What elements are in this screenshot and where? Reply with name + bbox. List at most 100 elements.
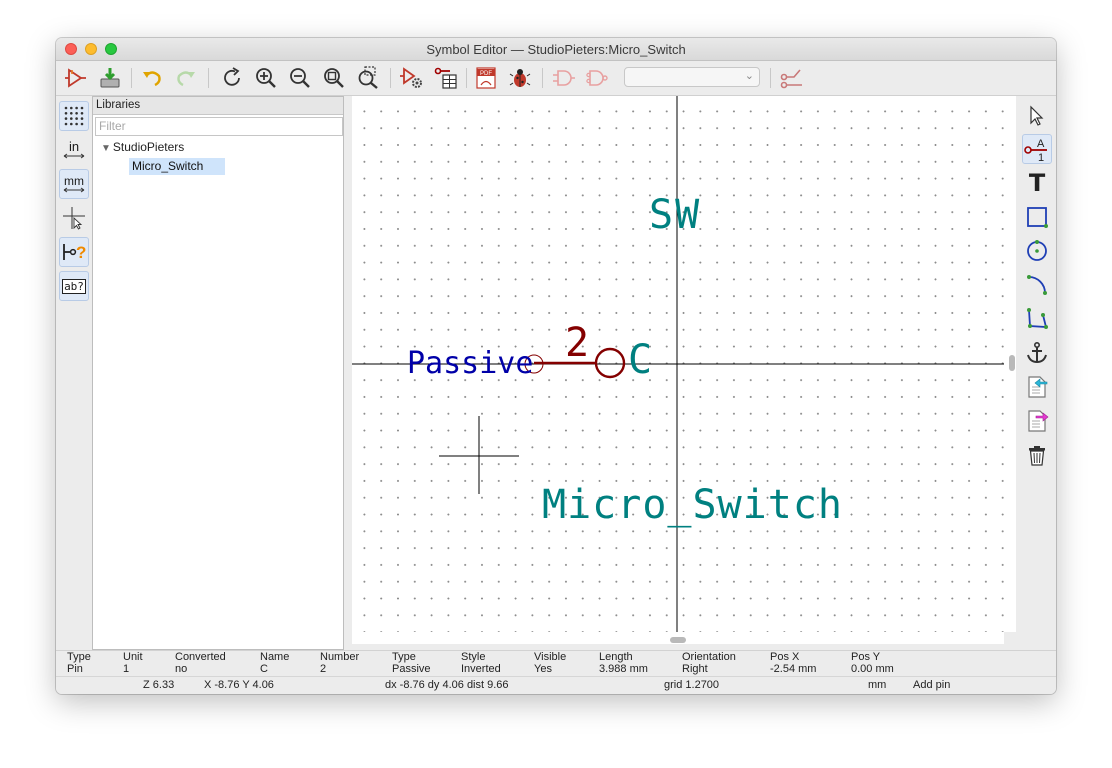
symbol-editor-window: Symbol Editor — StudioPieters:Micro_Swit… [56, 38, 1056, 694]
zoom-fit-icon [324, 68, 344, 88]
msg-field-number: Number 2 [320, 651, 359, 675]
toolbar-separator [131, 68, 132, 88]
zoom-in-button[interactable] [252, 64, 280, 92]
add-arc-tool-button[interactable] [1022, 270, 1052, 300]
reference-designator[interactable]: SW [649, 192, 701, 238]
or-gate-icon [586, 70, 608, 86]
symbol-properties-icon [400, 67, 422, 88]
status-units: mm [868, 679, 887, 691]
msg-field-visible: Visible Yes [534, 651, 566, 675]
msg-field-converted: Converted no [175, 651, 226, 675]
symbol-properties-button[interactable] [398, 64, 426, 92]
msg-field-orientation: Orientation Right [682, 651, 736, 675]
redo-button[interactable] [172, 64, 200, 92]
import-symbol-button[interactable] [1022, 372, 1052, 402]
zoom-out-button[interactable] [286, 64, 314, 92]
msg-label: Visible [534, 651, 567, 663]
zoom-selection-icon [358, 66, 378, 89]
refresh-icon [224, 67, 240, 86]
symbol-canvas[interactable]: SW 2 C Passive Micro_Switch [352, 96, 1004, 632]
undo-button[interactable] [138, 64, 166, 92]
msg-value: Passive [392, 663, 431, 675]
import-icon [1028, 376, 1048, 398]
msg-field-pos-x: Pos X -2.54 mm [770, 651, 816, 675]
rectangle-icon [1027, 207, 1048, 228]
delete-tool-button[interactable] [1022, 440, 1052, 470]
save-button[interactable] [96, 64, 124, 92]
status-bar: Z 6.33 X -8.76 Y 4.06 dx -8.76 dy 4.06 d… [56, 676, 1056, 694]
units-inches-button[interactable]: in [59, 135, 89, 165]
toggle-grid-button[interactable] [59, 101, 89, 131]
msg-value: Pin [67, 663, 83, 675]
pin-electrical-type-label: Passive [407, 346, 534, 381]
export-pdf-button[interactable]: PDF [472, 64, 500, 92]
status-grid: grid 1.2700 [664, 679, 720, 691]
grid-icon [64, 106, 84, 126]
msg-field-name: Name C [260, 651, 289, 675]
zoom-in-icon [256, 68, 276, 88]
show-pin-electrical-type-toggle[interactable]: ? [59, 237, 89, 267]
units-mm-button[interactable]: mm [59, 169, 89, 199]
units-mm-label: mm [64, 174, 84, 188]
symbol-tree-item[interactable]: Micro_Switch [129, 158, 225, 175]
msg-value: C [260, 663, 268, 675]
msg-field-type: Type Pin [67, 651, 91, 675]
msg-value: 0.00 mm [851, 663, 894, 675]
polyline-icon [1027, 308, 1048, 329]
chevron-down-icon: ⌄ [744, 70, 754, 82]
add-circle-tool-button[interactable] [1022, 236, 1052, 266]
toolbar-separator [466, 68, 467, 88]
export-symbol-button[interactable] [1022, 406, 1052, 436]
show-pin-electrical-type-button[interactable] [778, 64, 806, 92]
msg-field-electrical-type: Type Passive [392, 651, 431, 675]
toolbar-separator [770, 68, 771, 88]
add-polyline-tool-button[interactable] [1022, 304, 1052, 334]
msg-field-style: Style Inverted [461, 651, 501, 675]
vertical-scrollbar-thumb[interactable] [1009, 355, 1015, 371]
refresh-button[interactable] [218, 64, 246, 92]
pin-table-icon [434, 67, 457, 89]
pin-table-button[interactable] [432, 64, 460, 92]
msg-label: Style [461, 651, 486, 663]
zoom-selection-button[interactable] [354, 64, 382, 92]
arc-icon [1027, 275, 1047, 295]
text-tool-label: T [1028, 169, 1046, 197]
set-anchor-tool-button[interactable] [1022, 338, 1052, 368]
check-symbol-button[interactable] [506, 64, 534, 92]
add-rectangle-tool-button[interactable] [1022, 202, 1052, 232]
title-bar: Symbol Editor — StudioPieters:Micro_Swit… [56, 38, 1056, 61]
text-properties-toggle[interactable]: ab? [59, 271, 89, 301]
pin-electrical-type-icon [780, 69, 802, 89]
status-mode: Add pin [913, 679, 951, 691]
symbol-value[interactable]: Micro_Switch [542, 482, 843, 528]
msg-label: Length [599, 651, 633, 663]
and-gate-icon [553, 70, 575, 86]
pin-number[interactable]: 2 [565, 320, 589, 366]
unit-selector-dropdown[interactable]: ⌄ [624, 67, 760, 87]
msg-label: Orientation [682, 651, 736, 663]
horizontal-scrollbar-thumb[interactable] [670, 637, 686, 643]
library-filter-input[interactable]: Filter [95, 117, 343, 136]
new-symbol-icon [65, 68, 86, 88]
pdf-icon: PDF [476, 67, 496, 89]
expand-triangle-icon[interactable]: ▼ [101, 143, 111, 154]
status-delta: dx -8.76 dy 4.06 dist 9.66 [385, 679, 509, 691]
pin-name[interactable]: C [628, 337, 652, 383]
new-symbol-button[interactable] [62, 64, 90, 92]
libraries-header: Libraries [93, 97, 343, 115]
libraries-panel: Libraries Filter ▼ StudioPieters Micro_Sw… [92, 96, 344, 650]
msg-value: -2.54 mm [770, 663, 817, 675]
zoom-fit-button[interactable] [320, 64, 348, 92]
msg-value: Right [682, 663, 708, 675]
select-tool-button[interactable] [1022, 101, 1052, 131]
demorgan-alternate-button[interactable] [584, 64, 612, 92]
library-tree-node[interactable]: ▼ StudioPieters [101, 140, 184, 154]
units-inches-label: in [68, 139, 80, 154]
msg-field-unit: Unit 1 [123, 651, 143, 675]
full-crosshair-cursor-button[interactable] [59, 203, 89, 233]
demorgan-standard-button[interactable] [550, 64, 578, 92]
add-text-tool-button[interactable]: T [1022, 168, 1052, 198]
msg-label: Converted [175, 651, 226, 663]
msg-value: 1 [123, 663, 130, 675]
add-pin-tool-button[interactable]: A 1 [1022, 134, 1052, 164]
